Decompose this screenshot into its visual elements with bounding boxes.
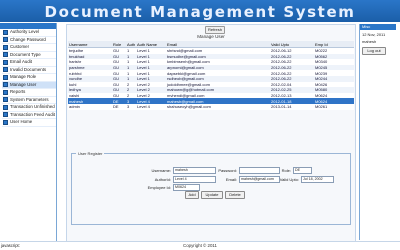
- bullet-icon: [3, 29, 8, 35]
- username-input[interactable]: mahesh: [173, 167, 216, 174]
- sidebar-item-label: User Home: [10, 119, 33, 125]
- sidebar-item-reports[interactable]: Reports: [2, 89, 56, 97]
- form-legend: User Register: [76, 151, 105, 156]
- app-title: Document Management System: [44, 3, 356, 21]
- sidebar-item-manage-role[interactable]: Manage Role: [2, 74, 56, 82]
- sidebar-item-label: Manage Role: [10, 74, 37, 80]
- password-input[interactable]: [239, 167, 280, 174]
- footer: Copyright © 2011: [0, 241, 400, 250]
- bullet-icon: [3, 44, 8, 50]
- app-header: Document Management System: [0, 0, 400, 22]
- sidebar-item-label: Authority Level: [10, 29, 40, 35]
- bullet-icon: [3, 67, 8, 73]
- authid-select[interactable]: Level 4: [173, 176, 216, 183]
- delete-button[interactable]: Delete: [225, 191, 245, 199]
- sidebar-item-label: Email Audit: [10, 59, 32, 65]
- email-label: Email:: [225, 177, 237, 182]
- bullet-icon: [3, 97, 8, 103]
- username-label: Username:: [151, 168, 171, 173]
- cell-username: admin: [68, 103, 112, 110]
- page-title: Manage User: [197, 34, 225, 39]
- sidebar-item-authority-level[interactable]: Authority Level: [2, 29, 56, 37]
- table-row[interactable]: admin DE 3 Level 4 shahuseoyh@gmail.com 2013-…: [68, 103, 354, 110]
- bullet-icon: [3, 112, 8, 118]
- empid-label: Employee Id:: [147, 185, 171, 190]
- sidebar-item-label: Reports: [10, 89, 26, 95]
- role-label: Role:: [281, 168, 291, 173]
- refresh-button[interactable]: Refresh: [205, 26, 225, 34]
- bullet-icon: [3, 89, 8, 95]
- main-content: Refresh Manage User Username Role Auth A…: [66, 24, 356, 242]
- misc-title: Misc: [360, 24, 396, 30]
- cell-email: shahuseoyh@gmail.com: [166, 103, 270, 110]
- cell-valid-upto: 2013-01-14: [270, 103, 314, 110]
- email-input[interactable]: mahesh@gmail.com: [239, 176, 280, 183]
- sidebar-item-customer[interactable]: Customer: [2, 44, 56, 52]
- current-date: 12 Nov, 2011: [362, 32, 386, 37]
- sidebar-item-transaction-unfinished[interactable]: Transaction Unfinished: [2, 104, 56, 112]
- valid-upto-input[interactable]: Jul 18, 2002: [301, 176, 334, 183]
- bullet-icon: [3, 52, 8, 58]
- sidebar-item-label: Change Password: [10, 36, 46, 42]
- misc-panel: Misc 12 Nov, 2011 mahesh Log out: [359, 24, 396, 240]
- sidebar-item-user-home[interactable]: User Home: [2, 119, 56, 127]
- sidebar-item-label: Manage User: [10, 81, 37, 87]
- cell-emp-id: M0261: [314, 103, 354, 110]
- users-table: Username Role Auth Auth Name Email Valid…: [68, 41, 354, 110]
- sidebar-item-email-audit[interactable]: Email Audit: [2, 59, 56, 67]
- sidebar-item-label: Transaction Unfinished: [10, 104, 55, 110]
- sidebar-item-transaction-feed-audit[interactable]: Transaction Feed Audit: [2, 111, 56, 119]
- bullet-icon: [3, 74, 8, 80]
- sidebar-item-label: Document Type: [10, 51, 41, 57]
- bullet-icon: [3, 119, 8, 125]
- bullet-icon: [3, 59, 8, 65]
- add-button[interactable]: Add: [185, 191, 199, 199]
- cell-role: DE: [112, 103, 126, 110]
- password-label: Password:: [218, 168, 237, 173]
- logout-button[interactable]: Log out: [362, 47, 386, 55]
- cell-auth-name: Level 4: [136, 103, 166, 110]
- update-button[interactable]: Update: [201, 191, 223, 199]
- bullet-icon: [3, 104, 8, 110]
- role-select[interactable]: DE: [293, 167, 312, 174]
- sidebar-item-label: Invalid Documents: [10, 66, 47, 72]
- sidebar-nav: Authority Level Change Password Customer…: [0, 23, 57, 242]
- bullet-icon: [3, 82, 8, 88]
- sidebar-item-document-type[interactable]: Document Type: [2, 51, 56, 59]
- sidebar-item-change-password[interactable]: Change Password: [2, 36, 56, 44]
- cell-auth: 3: [126, 103, 136, 110]
- empid-input[interactable]: M0624: [173, 184, 200, 191]
- valid-upto-label: Valid Upto:: [279, 177, 299, 182]
- bullet-icon: [3, 37, 8, 43]
- sidebar-item-label: Transaction Feed Audit: [10, 111, 55, 117]
- copyright-text: Copyright © 2011: [183, 243, 217, 248]
- user-register-form: User Register: [71, 151, 351, 225]
- sidebar-item-label: Customer: [10, 44, 30, 50]
- sidebar-item-manage-user[interactable]: Manage User: [2, 81, 56, 89]
- sidebar-item-invalid-documents[interactable]: Invalid Documents: [2, 66, 56, 74]
- sidebar-item-label: System Parameters: [10, 96, 49, 102]
- authid-label: AuthorId:: [154, 177, 171, 182]
- status-bar-text: javascript:: [1, 243, 20, 248]
- current-user: mahesh: [362, 39, 377, 44]
- sidebar-item-system-parameters[interactable]: System Parameters: [2, 96, 56, 104]
